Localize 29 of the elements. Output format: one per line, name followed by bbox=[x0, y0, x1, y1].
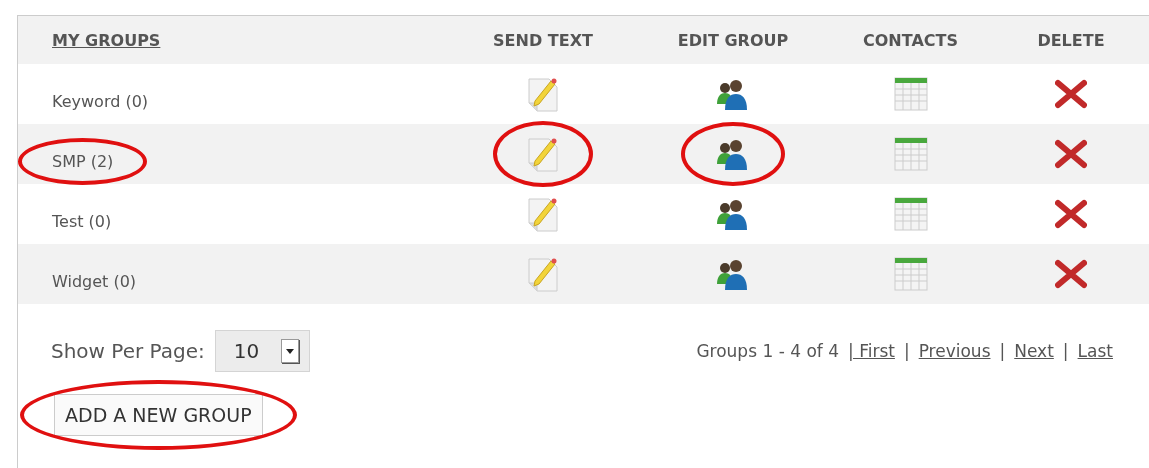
column-heading: DELETE bbox=[1037, 30, 1105, 50]
group-name: SMP (2) bbox=[52, 151, 114, 171]
spreadsheet-icon[interactable] bbox=[893, 137, 928, 171]
per-page-select[interactable]: 10 bbox=[214, 330, 311, 372]
add-group-button[interactable]: ADD A NEW GROUP bbox=[54, 394, 263, 436]
column-heading[interactable]: MY GROUPS bbox=[52, 30, 161, 50]
pagination-link[interactable]: Previous bbox=[918, 341, 991, 361]
group-name: Widget (0) bbox=[52, 271, 137, 291]
separator: | bbox=[999, 341, 1006, 361]
column-heading: CONTACTS bbox=[863, 30, 958, 50]
pagination-link[interactable]: | First bbox=[848, 341, 895, 361]
separator: | bbox=[1062, 341, 1069, 361]
group-name: Test (0) bbox=[52, 211, 112, 231]
pagination-summary: Groups 1 - 4 of 4 bbox=[696, 341, 839, 361]
delete-icon[interactable] bbox=[1055, 139, 1087, 169]
delete-icon[interactable] bbox=[1055, 199, 1087, 229]
per-page-label: Show Per Page: bbox=[51, 339, 205, 363]
spreadsheet-icon[interactable] bbox=[893, 77, 928, 111]
group-name: Keyword (0) bbox=[52, 91, 149, 111]
spreadsheet-icon[interactable] bbox=[893, 197, 928, 231]
delete-icon[interactable] bbox=[1055, 259, 1087, 289]
pagination-link[interactable]: Last bbox=[1077, 341, 1113, 361]
delete-icon[interactable] bbox=[1055, 79, 1087, 109]
pagination-link[interactable]: Next bbox=[1014, 341, 1054, 361]
column-heading: EDIT GROUP bbox=[677, 30, 789, 50]
column-heading: SEND TEXT bbox=[493, 30, 593, 50]
separator: | bbox=[903, 341, 910, 361]
caret-icon[interactable] bbox=[281, 339, 300, 363]
spreadsheet-icon[interactable] bbox=[893, 257, 928, 291]
